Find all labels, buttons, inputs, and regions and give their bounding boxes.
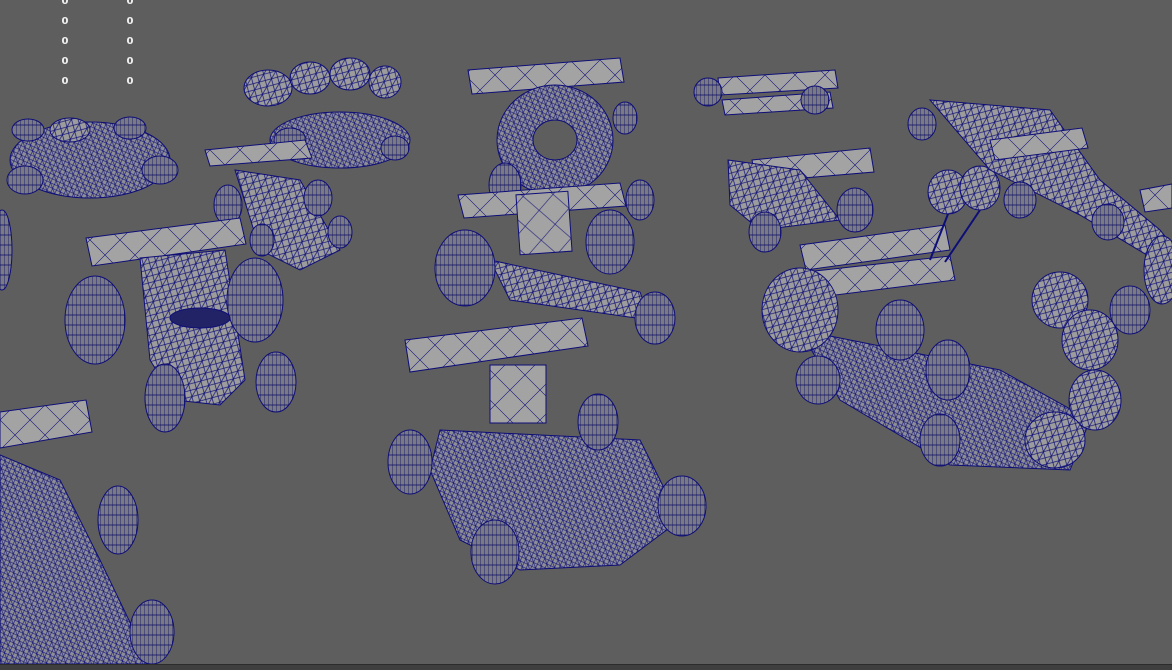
kart-candy-wheels-left[interactable] bbox=[6, 116, 179, 199]
hud-value: 0 bbox=[61, 56, 69, 67]
hud-value: 0 bbox=[61, 16, 69, 27]
wireframe-scene bbox=[0, 57, 1172, 664]
hud-value: 0 bbox=[126, 56, 134, 67]
hud-value: 0 bbox=[126, 36, 134, 47]
hud-value: 0 bbox=[61, 0, 69, 7]
hud-value: 0 bbox=[126, 76, 134, 87]
hud-value: 0 bbox=[61, 76, 69, 87]
hud-stats-overlay: 0 0 0 0 0 0 0 0 0 0 bbox=[0, 0, 200, 92]
kart-twin-spoiler[interactable] bbox=[693, 69, 875, 253]
3d-viewport[interactable]: 0 0 0 0 0 0 0 0 0 0 bbox=[0, 0, 1172, 664]
viewport-bottom-border bbox=[0, 664, 1172, 670]
hud-value: 0 bbox=[61, 36, 69, 47]
kart-sprinkles[interactable] bbox=[387, 317, 707, 585]
hud-value: 0 bbox=[126, 0, 134, 7]
hud-value: 0 bbox=[126, 16, 134, 27]
